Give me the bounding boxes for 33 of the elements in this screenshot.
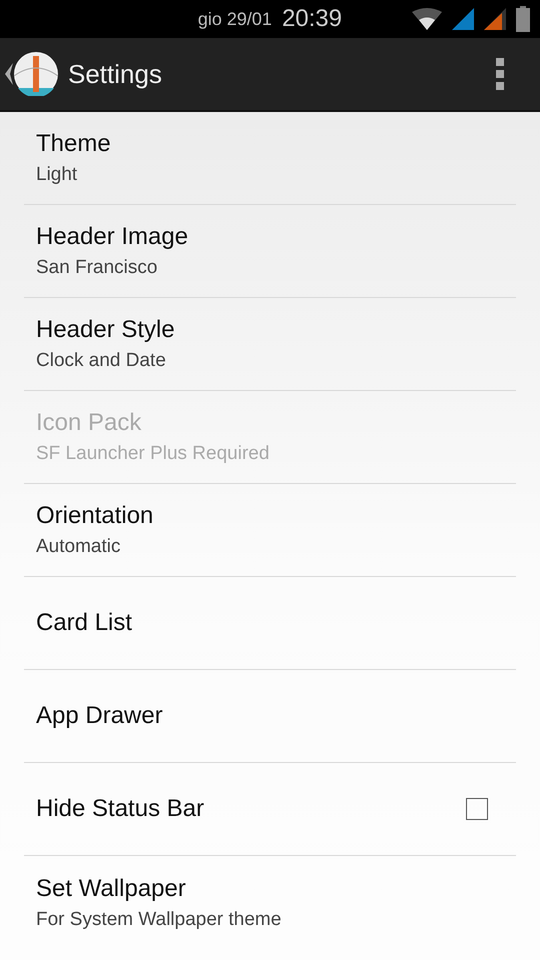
screen-title: Settings	[68, 58, 163, 90]
settings-item[interactable]: Theme Light	[24, 112, 516, 205]
status-date: gio 29/01	[198, 8, 272, 30]
item-title: Card List	[36, 609, 134, 637]
bridge-logo-icon[interactable]	[14, 52, 58, 96]
item-summary: San Francisco	[36, 257, 158, 279]
settings-item[interactable]: Orientation Automatic	[24, 484, 516, 577]
overflow-menu-icon[interactable]	[496, 58, 504, 90]
item-summary: Automatic	[36, 536, 122, 558]
item-summary: Clock and Date	[36, 350, 167, 372]
item-title: Header Style	[36, 316, 176, 344]
item-title: Hide Status Bar	[36, 795, 206, 823]
battery-icon	[516, 6, 530, 32]
settings-item[interactable]: Card List	[24, 577, 516, 670]
item-title: Set Wallpaper	[36, 874, 187, 902]
item-title: Header Image	[36, 223, 190, 251]
settings-item[interactable]: App Drawer	[24, 670, 516, 763]
signal-icon	[452, 8, 474, 30]
wifi-icon	[412, 8, 442, 30]
item-title: Theme	[36, 130, 112, 158]
item-summary: For System Wallpaper theme	[36, 908, 282, 930]
settings-item[interactable]: Hide Status Bar	[24, 763, 516, 856]
settings-item[interactable]: Set Wallpaper For System Wallpaper theme	[24, 856, 516, 949]
status-time: 20:39	[282, 5, 342, 33]
item-summary: Light	[36, 164, 78, 186]
settings-item[interactable]: Header Image San Francisco	[24, 205, 516, 298]
item-title: App Drawer	[36, 702, 164, 730]
settings-item[interactable]: Header Style Clock and Date	[24, 298, 516, 391]
item-title: Icon Pack	[36, 409, 142, 437]
signal-icon	[484, 8, 506, 30]
checkbox[interactable]	[466, 798, 488, 820]
item-title: Orientation	[36, 502, 154, 530]
item-summary: SF Launcher Plus Required	[36, 443, 270, 465]
